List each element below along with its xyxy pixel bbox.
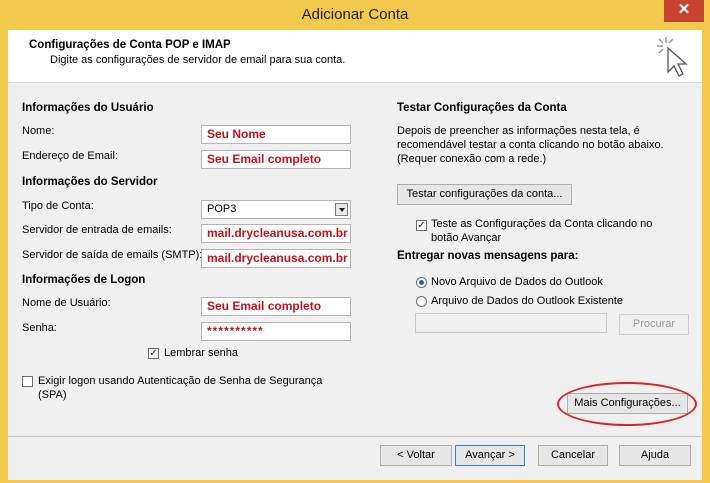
outgoing-server-label: Servidor de saída de emails (SMTP): [22,249,203,261]
existing-data-file-radio[interactable] [416,296,427,307]
close-icon: ✕ [677,1,691,18]
new-data-file-radio[interactable] [416,277,427,288]
user-info-heading: Informações do Usuário [22,102,154,114]
browse-button[interactable]: Procurar [619,314,689,335]
incoming-server-input[interactable]: mail.drycleanusa.com.br [201,224,351,243]
window-frame-left [0,30,8,483]
test-desc-line2: recomendável testar a conta clicando no … [397,139,664,151]
name-input[interactable]: Seu Nome [201,125,351,144]
data-file-path-input[interactable] [415,313,607,333]
account-type-value: POP3 [207,203,237,215]
email-label: Endereço de Email: [22,150,118,162]
next-button[interactable]: Avançar > [455,445,525,466]
close-button[interactable]: ✕ [664,0,704,22]
email-input[interactable]: Seu Email completo [201,150,351,169]
account-type-label: Tipo de Conta: [22,200,94,212]
title-bar: Adicionar Conta ✕ [0,0,710,30]
spa-checkbox[interactable] [22,376,33,387]
username-input[interactable]: Seu Email completo [201,297,351,316]
highlight-annotation [557,382,697,426]
auto-test-label-line2[interactable]: botão Avançar [431,232,501,244]
chevron-down-icon[interactable] [335,203,348,216]
window-title: Adicionar Conta [301,6,409,23]
username-label: Nome de Usuário: [22,297,111,309]
test-settings-heading: Testar Configurações da Conta [397,102,567,114]
name-label: Nome: [22,125,55,137]
incoming-server-label: Servidor de entrada de emails: [22,224,172,236]
auto-test-checkbox[interactable]: ✓ [416,220,427,231]
deliver-heading: Entregar novas mensagens para: [397,250,579,262]
logon-info-heading: Informações de Logon [22,274,146,286]
back-button[interactable]: < Voltar [380,445,452,466]
spa-label-line1[interactable]: Exigir logon usando Autenticação de Senh… [38,375,322,387]
cursor-click-icon [657,37,688,77]
password-input[interactable]: ********** [201,322,351,341]
remember-password-checkbox[interactable]: ✓ [148,348,159,359]
header-subtitle: Digite as configurações de servidor de e… [50,54,346,66]
test-desc-line3: (Requer conexão com a rede.) [397,153,547,165]
spa-label-line2[interactable]: (SPA) [38,389,67,401]
test-desc-line1: Depois de preencher as informações nesta… [397,125,640,137]
auto-test-label-line1[interactable]: Teste as Configurações da Conta clicando… [431,218,652,230]
existing-data-file-label[interactable]: Arquivo de Dados do Outlook Existente [431,295,623,307]
new-data-file-label[interactable]: Novo Arquivo de Dados do Outlook [431,276,603,288]
remember-password-label[interactable]: Lembrar senha [164,347,238,359]
password-label: Senha: [22,322,57,334]
server-info-heading: Informações do Servidor [22,176,158,188]
footer-divider [8,436,702,437]
test-account-settings-button[interactable]: Testar configurações da conta... [397,184,572,205]
dialog-header: Configurações de Conta POP e IMAP Digite… [8,30,702,83]
header-title: Configurações de Conta POP e IMAP [29,39,231,51]
window-frame-right [702,30,710,483]
help-button[interactable]: Ajuda [619,445,691,466]
account-type-select[interactable]: POP3 [201,200,351,219]
cancel-button[interactable]: Cancelar [538,445,608,466]
outgoing-server-input[interactable]: mail.drycleanusa.com.br [201,249,351,268]
